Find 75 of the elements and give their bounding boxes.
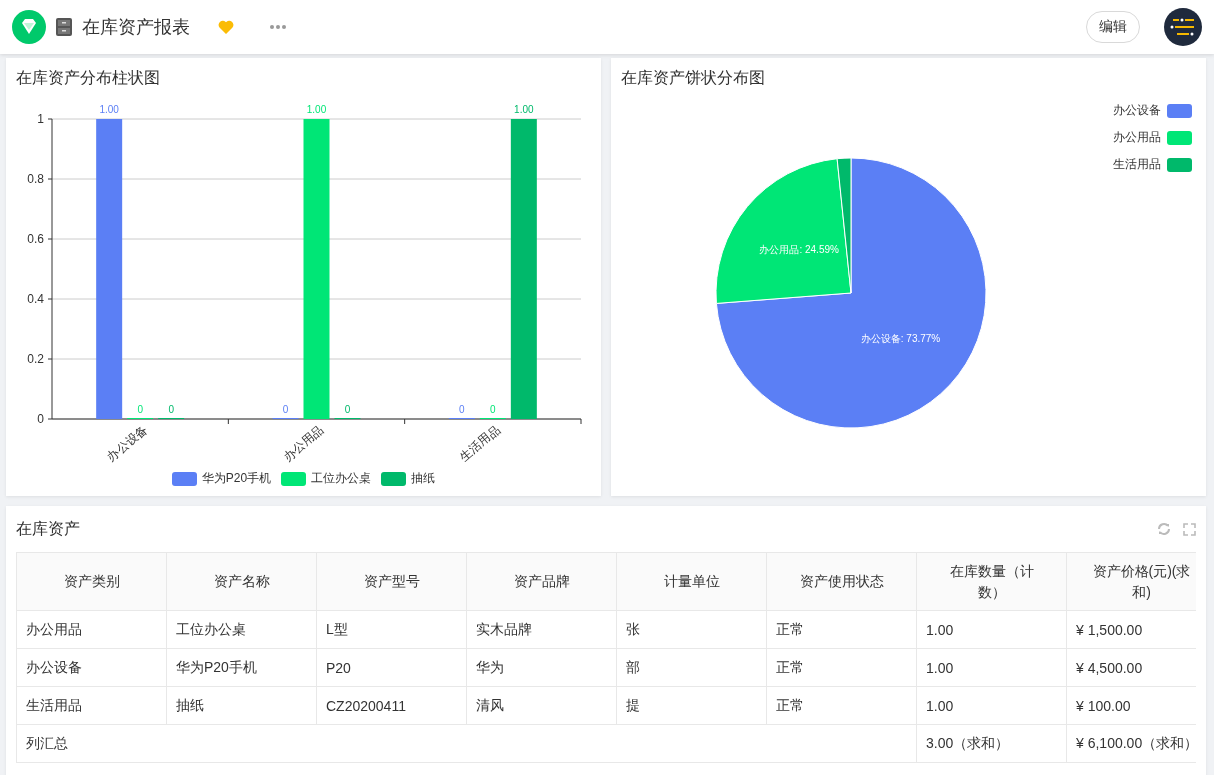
table-cell: 抽纸	[166, 686, 317, 725]
legend-swatch[interactable]	[171, 471, 197, 486]
avatar-icon[interactable]	[1164, 8, 1202, 46]
table-cell: 提	[616, 686, 767, 725]
legend-swatch[interactable]	[1167, 103, 1192, 118]
diamond-logo-icon	[12, 10, 46, 44]
table-cell: 办公设备	[16, 648, 167, 687]
table-cell: 张	[616, 610, 767, 649]
x-tick-label: 生活用品	[457, 422, 503, 465]
slice-label: 办公设备: 73.77%	[860, 332, 941, 344]
table-cell: 清风	[466, 686, 617, 725]
table-cell: 1.00	[916, 648, 1067, 687]
y-tick-label: 0.6	[27, 232, 44, 246]
column-header: 在库数量（计数）	[916, 552, 1067, 611]
table-cell: 工位办公桌	[166, 610, 317, 649]
y-tick-label: 0.2	[27, 352, 44, 366]
legend-swatch[interactable]	[381, 471, 407, 486]
y-tick-label: 0.8	[27, 172, 44, 186]
refresh-icon[interactable]	[1157, 522, 1171, 536]
chart-title: 在库资产分布柱状图	[15, 68, 161, 88]
y-tick-label: 0	[37, 412, 44, 426]
legend-label[interactable]: 生活用品	[1113, 156, 1161, 173]
file-cabinet-icon	[54, 17, 74, 37]
slice-label: 办公用品: 24.59%	[759, 243, 839, 255]
fullscreen-icon[interactable]	[1183, 522, 1196, 536]
column-header: 资产名称	[166, 552, 317, 611]
column-header: 资产品牌	[466, 552, 617, 611]
edit-button[interactable]: 编辑	[1086, 11, 1140, 43]
legend-swatch[interactable]	[1167, 157, 1192, 172]
value-label: 0	[137, 404, 143, 415]
table-cell: P20	[316, 648, 467, 687]
legend-swatch[interactable]	[281, 471, 307, 486]
value-label: 1.00	[306, 104, 327, 115]
summary-label: 列汇总	[16, 724, 917, 763]
legend-swatch[interactable]	[1167, 130, 1192, 145]
column-header: 资产类别	[16, 552, 167, 611]
chart-title: 在库资产饼状分布图	[620, 68, 766, 88]
value-label: 1.00	[99, 104, 119, 115]
table-cell: 正常	[766, 610, 917, 649]
y-tick-label: 1	[37, 112, 44, 126]
table-cell: 实木品牌	[466, 610, 617, 649]
table-cell: L型	[316, 610, 467, 649]
table-cell: 1.00	[916, 686, 1067, 725]
value-label: 0	[459, 404, 465, 415]
summary-cell: 3.00（求和）	[916, 724, 1067, 763]
y-tick-label: 0.4	[27, 292, 44, 306]
value-label: 0	[168, 404, 174, 415]
table-cell: 办公用品	[16, 610, 167, 649]
legend-label[interactable]: 华为P20手机	[201, 470, 272, 487]
legend-label[interactable]: 办公设备	[1113, 102, 1161, 119]
value-label: 0	[282, 404, 289, 415]
legend-label[interactable]: 抽纸	[411, 470, 436, 487]
value-label: 1.00	[514, 104, 534, 115]
column-header: 资产使用状态	[766, 552, 917, 611]
value-label: 0	[490, 404, 496, 415]
table-cell: 正常	[766, 648, 917, 687]
heart-icon[interactable]	[218, 20, 234, 34]
table-cell: 正常	[766, 686, 917, 725]
x-tick-label: 办公用品	[280, 422, 327, 465]
column-header: 资产价格(元)(求和)	[1066, 552, 1196, 611]
table-cell: CZ20200411	[316, 686, 467, 725]
legend-label[interactable]: 工位办公桌	[311, 470, 372, 487]
column-header: 资产型号	[316, 552, 467, 611]
table-cell: 华为P20手机	[166, 648, 317, 687]
table-title: 在库资产	[16, 518, 81, 539]
table-cell: 部	[616, 648, 767, 687]
x-tick-label: 办公设备	[104, 422, 151, 465]
page-title: 在库资产报表	[82, 16, 190, 39]
column-header: 计量单位	[616, 552, 767, 611]
legend-label[interactable]: 办公用品	[1113, 129, 1161, 146]
more-icon[interactable]	[270, 25, 286, 29]
table-cell: 生活用品	[16, 686, 167, 725]
table-cell: 1.00	[916, 610, 1067, 649]
table-cell: 华为	[466, 648, 617, 687]
value-label: 0	[344, 404, 351, 415]
